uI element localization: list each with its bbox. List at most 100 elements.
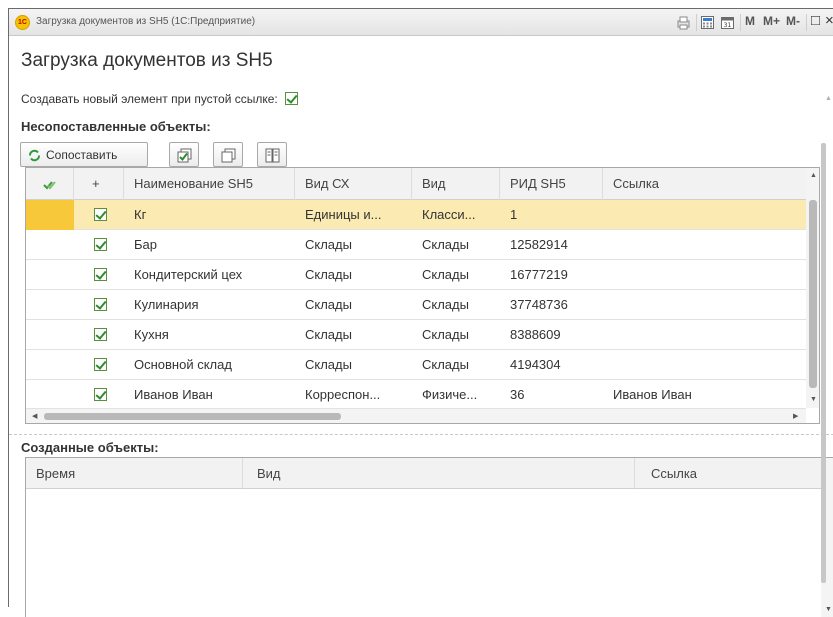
close-button[interactable]: ×	[825, 12, 833, 29]
column-header-plus[interactable]: +	[74, 168, 124, 200]
table-row[interactable]: Кулинария Склады Склады 37748736	[26, 290, 806, 320]
cell-rid[interactable]: 1	[500, 200, 603, 230]
row-checkbox[interactable]	[94, 328, 107, 341]
cell-kind[interactable]: Склады	[412, 320, 500, 350]
cell-kind[interactable]: Склады	[412, 260, 500, 290]
cell-link[interactable]	[603, 200, 806, 230]
memory-m-button[interactable]: M	[745, 14, 755, 28]
unmatched-section-title: Несопоставленные объекты:	[21, 119, 211, 134]
refresh-icon	[29, 149, 40, 162]
unmatched-horizontal-scrollbar[interactable]: ◀ ▶	[26, 408, 806, 423]
vertical-scroll-thumb[interactable]	[809, 200, 817, 388]
column-header-created-kind[interactable]: Вид	[243, 458, 635, 489]
created-table-header: Время Вид Ссылка	[26, 458, 821, 489]
cell-kind-cx[interactable]: Склады	[295, 320, 412, 350]
cell-sh5-name[interactable]: Кухня	[124, 320, 295, 350]
create-new-option: Создавать новый элемент при пустой ссылк…	[21, 92, 299, 106]
cell-sh5-name[interactable]: Кулинария	[124, 290, 295, 320]
cell-kind-cx[interactable]: Склады	[295, 260, 412, 290]
cell-rid[interactable]: 12582914	[500, 230, 603, 260]
memory-minus-button[interactable]: M-	[786, 14, 800, 28]
cell-sh5-name[interactable]: Кг	[124, 200, 295, 230]
table-row[interactable]: Бар Склады Склады 12582914	[26, 230, 806, 260]
horizontal-scroll-thumb[interactable]	[44, 413, 341, 420]
match-button-label: Сопоставить	[46, 148, 118, 162]
column-header-link[interactable]: Ссылка	[603, 168, 806, 200]
print-icon[interactable]	[676, 15, 691, 30]
cell-kind[interactable]: Склады	[412, 350, 500, 380]
row-checkbox[interactable]	[94, 298, 107, 311]
row-cursor-cell	[26, 200, 74, 230]
cell-sh5-name[interactable]: Бар	[124, 230, 295, 260]
uncheck-all-button[interactable]	[213, 142, 243, 167]
calculator-icon[interactable]	[700, 15, 715, 30]
created-section-title: Созданные объекты:	[21, 440, 159, 455]
restore-button[interactable]: □	[811, 12, 820, 29]
row-checkbox[interactable]	[94, 208, 107, 221]
row-checkbox[interactable]	[94, 358, 107, 371]
created-scroll-down-icon[interactable]: ▼	[825, 606, 832, 613]
cell-kind-cx[interactable]: Склады	[295, 350, 412, 380]
cell-link[interactable]: Иванов Иван	[603, 380, 806, 410]
cell-link[interactable]	[603, 320, 806, 350]
unmatched-table-header: + Наименование SH5 Вид СХ Вид РИД SH5 Сс…	[26, 168, 806, 200]
window-title: Загрузка документов из SH5 (1С:Предприят…	[36, 16, 256, 27]
window-scroll-thumb[interactable]	[821, 143, 826, 583]
calendar-icon[interactable]: 31	[720, 15, 735, 30]
table-row[interactable]: Кухня Склады Склады 8388609	[26, 320, 806, 350]
check-all-button[interactable]	[169, 142, 199, 167]
cell-kind[interactable]: Склады	[412, 230, 500, 260]
cell-kind[interactable]: Склады	[412, 290, 500, 320]
svg-text:31: 31	[724, 22, 732, 29]
cell-kind-cx[interactable]: Корреспон...	[295, 380, 412, 410]
cell-rid[interactable]: 37748736	[500, 290, 603, 320]
cell-kind-cx[interactable]: Склады	[295, 230, 412, 260]
table-row[interactable]: Кондитерский цех Склады Склады 16777219	[26, 260, 806, 290]
column-header-created-link[interactable]: Ссылка	[635, 458, 821, 489]
cell-kind[interactable]: Класси...	[412, 200, 500, 230]
unmatched-vertical-scrollbar[interactable]: ▲ ▼	[806, 168, 819, 408]
page-title: Загрузка документов из SH5	[21, 50, 273, 71]
table-row[interactable]: Основной склад Склады Склады 4194304	[26, 350, 806, 380]
unmatched-table[interactable]: + Наименование SH5 Вид СХ Вид РИД SH5 Сс…	[25, 167, 820, 424]
cell-rid[interactable]: 16777219	[500, 260, 603, 290]
table-row[interactable]: Иванов Иван Корреспон... Физиче... 36 Иванов…	[26, 380, 806, 410]
column-header-kind-cx[interactable]: Вид СХ	[295, 168, 412, 200]
row-checkbox[interactable]	[94, 238, 107, 251]
cell-kind[interactable]: Физиче...	[412, 380, 500, 410]
column-header-time[interactable]: Время	[26, 458, 243, 489]
cell-kind-cx[interactable]: Единицы и...	[295, 200, 412, 230]
match-button[interactable]: Сопоставить	[20, 142, 148, 167]
cell-rid[interactable]: 36	[500, 380, 603, 410]
columns-settings-button[interactable]	[257, 142, 287, 167]
column-header-kind[interactable]: Вид	[412, 168, 500, 200]
row-checkbox[interactable]	[94, 388, 107, 401]
scroll-left-icon[interactable]: ◀	[32, 413, 37, 420]
created-table[interactable]: Время Вид Ссылка ▼	[25, 457, 833, 617]
cell-rid[interactable]: 8388609	[500, 320, 603, 350]
table-row[interactable]: Кг Единицы и... Класси... 1	[26, 200, 806, 230]
cell-kind-cx[interactable]: Склады	[295, 290, 412, 320]
scroll-right-icon[interactable]: ▶	[793, 413, 798, 420]
cell-sh5-name[interactable]: Основной склад	[124, 350, 295, 380]
scroll-up-icon[interactable]: ▲	[810, 172, 817, 179]
app-logo-icon: 1С	[15, 15, 30, 30]
cell-sh5-name[interactable]: Кондитерский цех	[124, 260, 295, 290]
cell-sh5-name[interactable]: Иванов Иван	[124, 380, 295, 410]
cell-link[interactable]	[603, 230, 806, 260]
cell-link[interactable]	[603, 260, 806, 290]
column-header-sh5-name[interactable]: Наименование SH5	[124, 168, 295, 200]
column-header-status[interactable]	[26, 168, 74, 200]
columns-icon	[265, 148, 280, 163]
create-new-checkbox[interactable]	[285, 92, 299, 105]
row-checkbox[interactable]	[94, 268, 107, 281]
scroll-down-icon[interactable]: ▼	[810, 396, 817, 403]
column-header-rid[interactable]: РИД SH5	[500, 168, 603, 200]
cell-rid[interactable]: 4194304	[500, 350, 603, 380]
cell-link[interactable]	[603, 290, 806, 320]
cell-link[interactable]	[603, 350, 806, 380]
window-scroll-up-icon[interactable]: ▲	[825, 95, 832, 102]
double-check-icon	[42, 180, 56, 190]
memory-plus-button[interactable]: M+	[763, 14, 780, 28]
app-window: 1С Загрузка документов из SH5 (1С:Предпр…	[8, 8, 833, 617]
